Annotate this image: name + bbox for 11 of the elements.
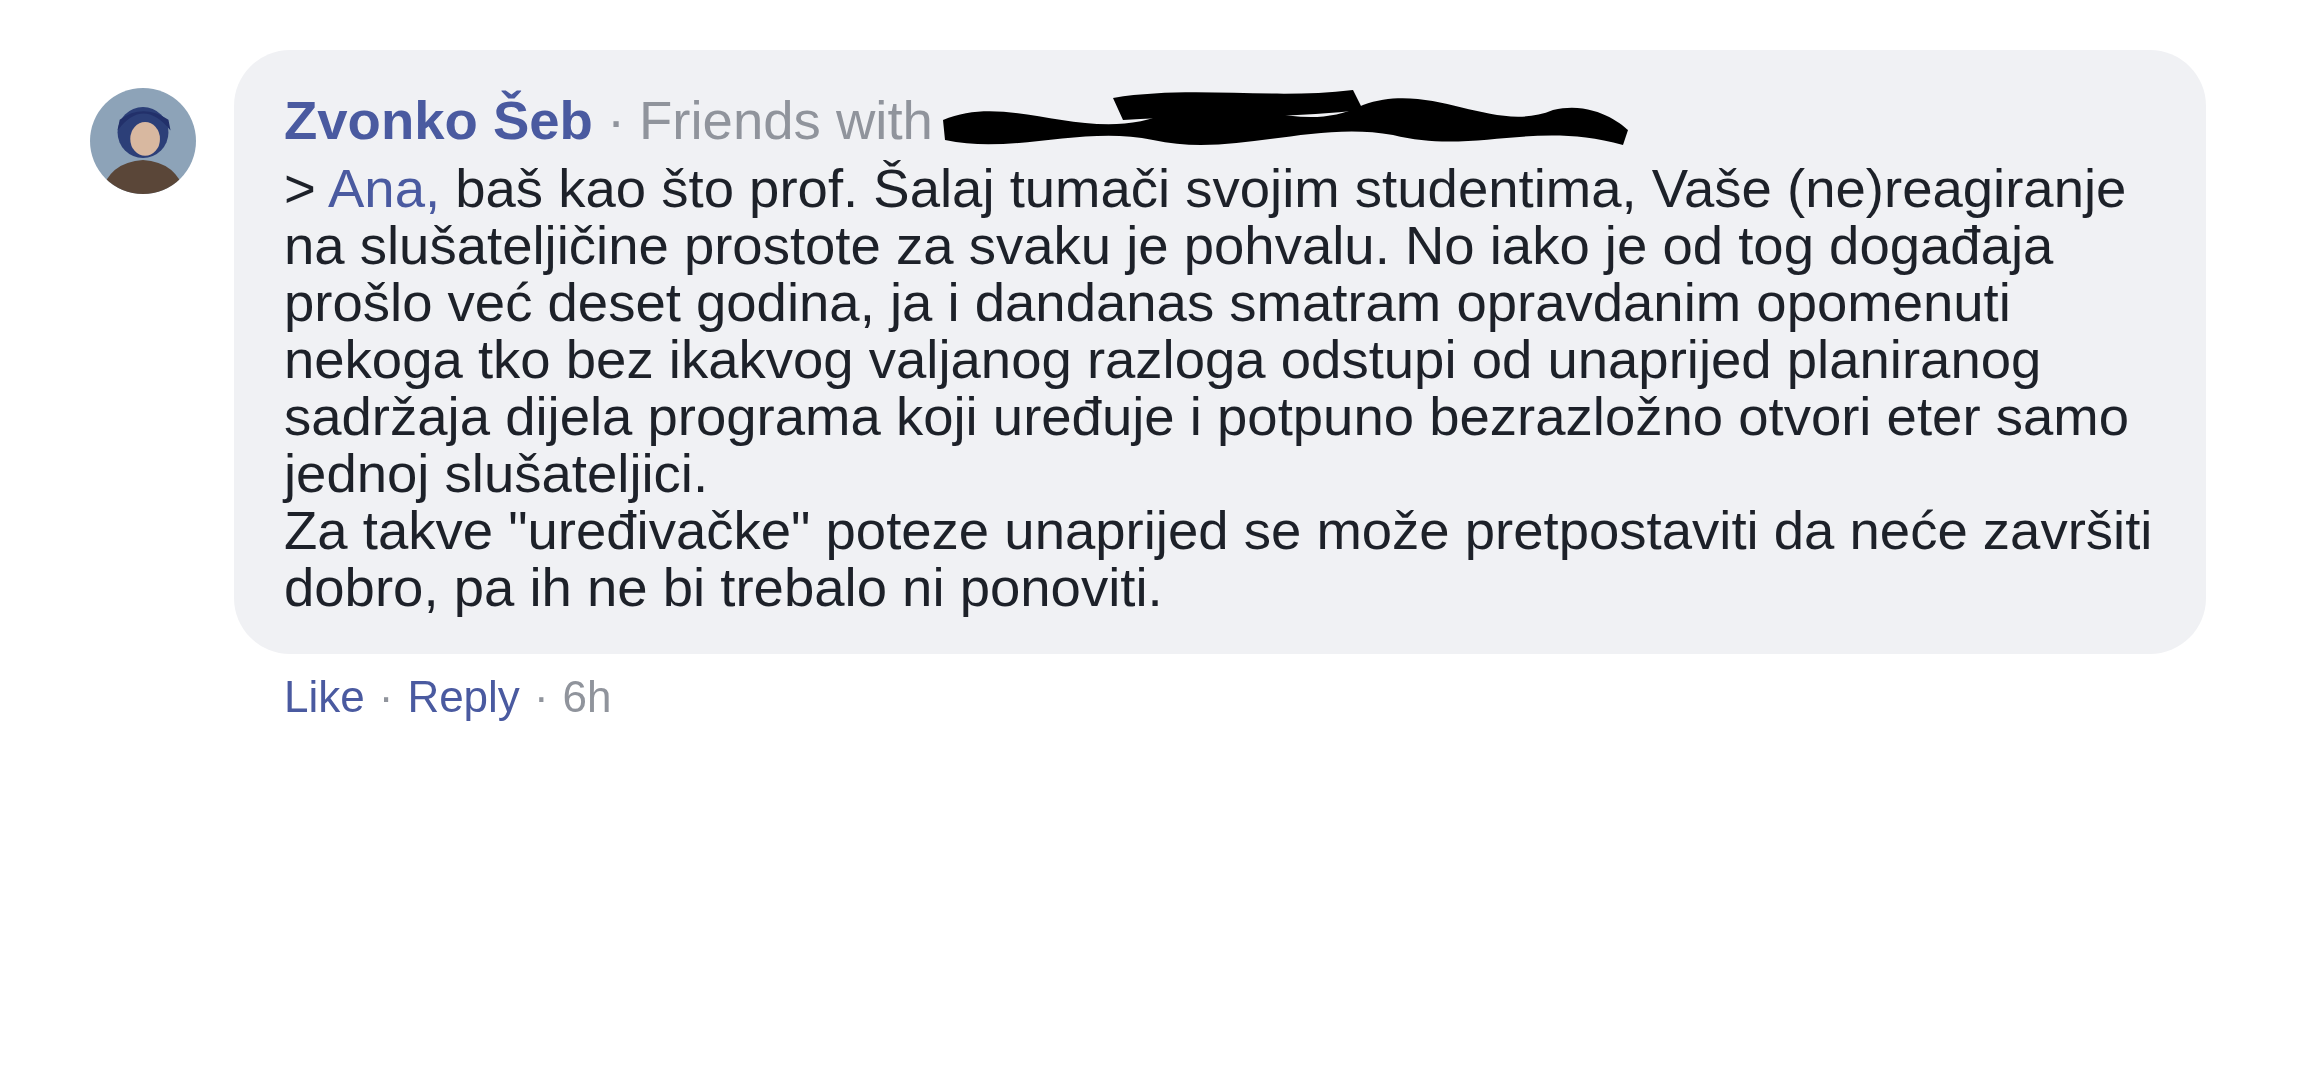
- separator: ·: [533, 672, 549, 722]
- comment-text: > Ana, baš kao što prof. Šalaj tumači svojim studentima, Vaše (ne)reagiranje na slušateljičine prostote za svaku je pohvalu. No iako je od tog događaja prošlo već deset godina, ja i dandanas smatram opravdanim opomenuti nekoga tko bez ikakvog valjanog razloga odstupi od unaprijed planiranog sadržaja dijela programa koji uređuje i potpuno bezrazložno otvori eter samo jednoj slušateljici.: [284, 160, 2130, 502]
- timestamp: 6h: [562, 672, 612, 722]
- author-name[interactable]: Zvonko Šeb: [284, 91, 593, 149]
- friends-label: Friends with: [639, 91, 933, 149]
- reply-link[interactable]: Reply: [407, 672, 520, 722]
- separator: ·: [378, 672, 394, 722]
- like-link[interactable]: Like: [284, 672, 365, 722]
- comment-text: Za takve "uređivačke" poteze unaprijed se može pretpostaviti da neće završiti dobro, pa ih ne bi trebalo ni ponoviti.: [284, 502, 2154, 616]
- mention-link[interactable]: Ana,: [327, 158, 441, 219]
- separator: ·: [606, 91, 626, 149]
